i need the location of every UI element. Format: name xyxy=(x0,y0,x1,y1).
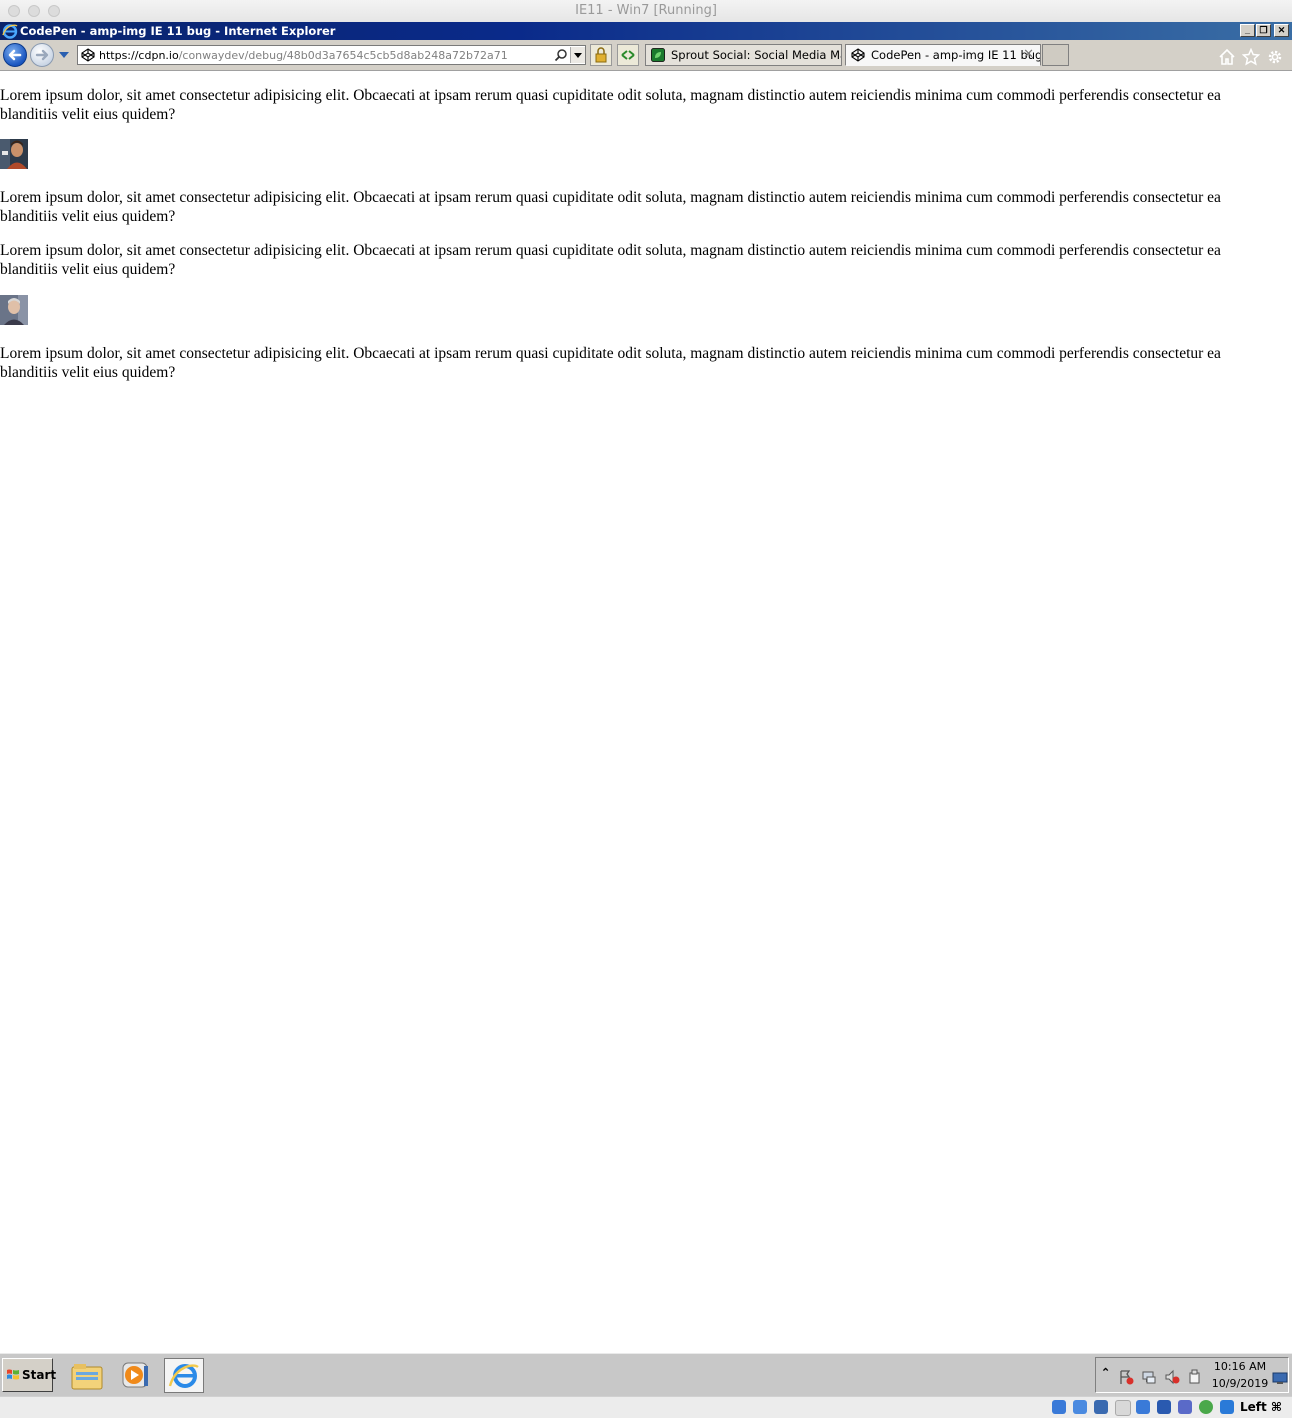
address-text[interactable]: https://cdpn.io/conwaydev/debug/48b0d3a7… xyxy=(99,49,508,62)
address-dropdown-button[interactable] xyxy=(570,47,585,63)
taskbar-internet-explorer[interactable] xyxy=(164,1358,204,1393)
taskbar-media-player[interactable] xyxy=(115,1358,155,1393)
network-adapter-icon[interactable] xyxy=(1115,1400,1131,1416)
show-desktop-icon[interactable] xyxy=(1272,1371,1288,1385)
taskbar-file-explorer[interactable] xyxy=(67,1358,107,1393)
paragraph-4: Lorem ipsum dolor, sit amet consectetur … xyxy=(0,345,1221,381)
network-icon[interactable] xyxy=(1141,1369,1157,1385)
host-window-title: IE11 - Win7 [Running] xyxy=(575,3,717,18)
arrow-right-icon xyxy=(35,49,49,61)
page-content: Lorem ipsum dolor, sit amet consectetur … xyxy=(0,71,1292,1353)
shared-folders-icon[interactable] xyxy=(1157,1400,1171,1414)
optical-drive-icon[interactable] xyxy=(1073,1400,1087,1414)
taskbar: Start ⌃ xyxy=(0,1353,1292,1397)
address-host: https://cdpn.io xyxy=(99,49,179,62)
start-label: Start xyxy=(22,1368,57,1382)
refresh-icon xyxy=(621,50,635,60)
clock-time[interactable]: 10:16 AM xyxy=(1210,1360,1270,1373)
gear-icon[interactable] xyxy=(1266,48,1284,66)
clock-date[interactable]: 10/9/2019 xyxy=(1210,1377,1270,1390)
new-tab-button[interactable] xyxy=(1042,44,1069,66)
lock-icon xyxy=(595,47,607,63)
hard-disk-icon[interactable] xyxy=(1052,1400,1066,1414)
portrait-image xyxy=(0,295,28,325)
chevron-down-icon xyxy=(574,53,582,58)
arrow-left-icon xyxy=(8,49,22,61)
tab-label: Sprout Social: Social Media Man... xyxy=(671,48,841,62)
show-hidden-icons-button[interactable]: ⌃ xyxy=(1101,1366,1110,1379)
refresh-button[interactable] xyxy=(617,44,639,66)
host-key-indicator: Left ⌘ xyxy=(1240,1400,1283,1414)
tab-codepen[interactable]: CodePen - amp-img IE 11 bug ✕ xyxy=(845,44,1041,66)
tab-label: CodePen - amp-img IE 11 bug xyxy=(871,48,1041,62)
paragraph-2: Lorem ipsum dolor, sit amet consectetur … xyxy=(0,189,1221,225)
home-icon[interactable] xyxy=(1218,48,1236,66)
portrait-image xyxy=(0,139,28,169)
safely-remove-hardware-icon[interactable] xyxy=(1187,1369,1203,1385)
favorites-star-icon[interactable] xyxy=(1242,48,1260,66)
security-lock-button[interactable] xyxy=(590,44,612,66)
close-tab-icon[interactable]: ✕ xyxy=(1023,47,1034,62)
start-button[interactable]: Start xyxy=(2,1358,57,1392)
search-icon[interactable] xyxy=(554,48,568,62)
usb-icon[interactable] xyxy=(1136,1400,1150,1414)
internet-explorer-icon xyxy=(2,24,18,39)
browser-toolbar: https://cdpn.io/conwaydev/debug/48b0d3a7… xyxy=(0,40,1292,71)
sprout-favicon-icon xyxy=(651,48,665,62)
browser-titlebar: CodePen - amp-img IE 11 bug - Internet E… xyxy=(0,22,1292,40)
display-icon[interactable] xyxy=(1178,1400,1192,1414)
codepen-favicon-icon xyxy=(81,48,95,62)
volume-muted-icon[interactable] xyxy=(1164,1369,1180,1385)
audio-icon[interactable] xyxy=(1094,1400,1108,1414)
history-dropdown-icon[interactable] xyxy=(58,50,70,60)
paragraph-1: Lorem ipsum dolor, sit amet consectetur … xyxy=(0,87,1221,123)
image-thumbnail-2 xyxy=(0,295,28,325)
image-thumbnail-1 xyxy=(0,139,28,169)
mouse-integration-icon[interactable] xyxy=(1220,1400,1234,1414)
browser-window-title: CodePen - amp-img IE 11 bug - Internet E… xyxy=(20,24,336,38)
back-button[interactable] xyxy=(3,43,27,67)
windows-logo-icon xyxy=(7,1369,19,1380)
vm-status-bar: Left ⌘ xyxy=(0,1396,1292,1418)
restore-button[interactable]: ❐ xyxy=(1256,24,1271,37)
close-button[interactable]: ✕ xyxy=(1274,24,1289,37)
internet-explorer-icon xyxy=(168,1364,199,1388)
minimize-button[interactable]: _ xyxy=(1240,24,1255,37)
host-window-titlebar: IE11 - Win7 [Running] xyxy=(0,0,1292,23)
capture-icon[interactable] xyxy=(1199,1400,1213,1414)
address-path: /conwaydev/debug/48b0d3a7654c5cb5d8ab248… xyxy=(178,49,508,62)
media-player-icon xyxy=(122,1362,148,1388)
paragraph-3: Lorem ipsum dolor, sit amet consectetur … xyxy=(0,242,1221,278)
file-explorer-icon xyxy=(71,1364,103,1390)
address-bar[interactable]: https://cdpn.io/conwaydev/debug/48b0d3a7… xyxy=(77,45,586,65)
tab-sprout-social[interactable]: Sprout Social: Social Media Man... xyxy=(645,44,842,66)
action-center-flag-icon[interactable] xyxy=(1118,1369,1134,1385)
codepen-favicon-icon xyxy=(851,48,865,62)
forward-button[interactable] xyxy=(30,43,54,67)
